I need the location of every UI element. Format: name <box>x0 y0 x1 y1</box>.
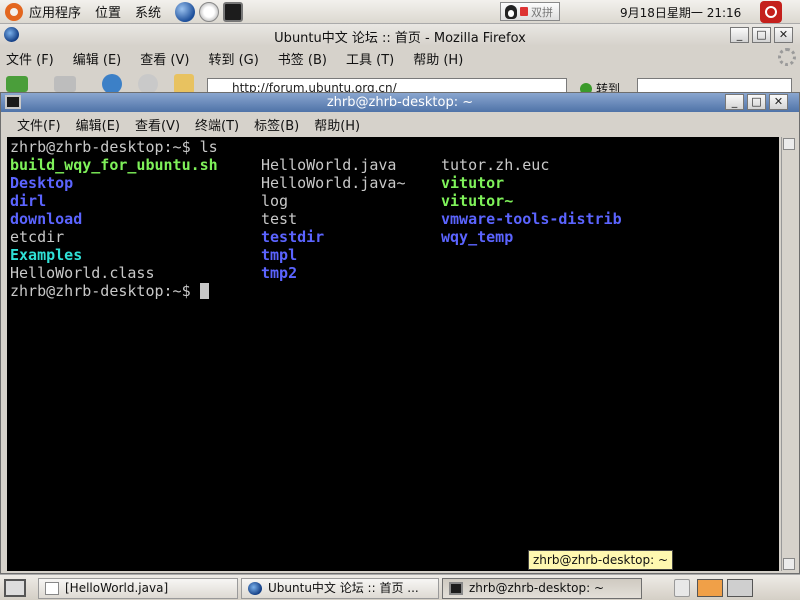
taskbar-item-terminal[interactable]: zhrb@zhrb-desktop: ~ <box>442 578 642 599</box>
menu-edit[interactable]: 编辑(E) <box>76 115 120 134</box>
top-panel: 应用程序 位置 系统 双拼 9月18日星期一 21:16 <box>0 0 800 24</box>
terminal-titlebar[interactable]: zhrb@zhrb-desktop: ~ _ □ ✕ <box>1 93 799 112</box>
system-menu[interactable]: 系统 <box>135 2 161 21</box>
ls-entry: download <box>10 210 83 228</box>
places-menu[interactable]: 位置 <box>95 2 121 21</box>
ls-row: download test vmware-tools-distrib <box>10 210 779 228</box>
close-button[interactable]: ✕ <box>774 27 793 43</box>
ls-row: Examples tmpl <box>10 246 779 264</box>
ls-entry: tmp2 <box>261 264 298 282</box>
ls-entry: wqy_temp <box>441 228 514 246</box>
task-label: [HelloWorld.java] <box>65 581 169 595</box>
close-button[interactable]: ✕ <box>769 94 788 110</box>
menu-edit[interactable]: 编辑 (E) <box>73 49 122 68</box>
menu-terminal[interactable]: 终端(T) <box>195 115 239 134</box>
terminal-window-title: zhrb@zhrb-desktop: ~ <box>326 95 474 110</box>
ubuntu-logo-icon[interactable] <box>5 2 23 21</box>
taskbar-tooltip: zhrb@zhrb-desktop: ~ <box>528 550 674 570</box>
reload-icon[interactable] <box>102 74 122 94</box>
ls-entry: HelloWorld.class <box>10 264 155 282</box>
command-line: zhrb@zhrb-desktop:~$ ls <box>10 138 779 156</box>
back-arrow-icon[interactable] <box>6 76 28 92</box>
prompt: zhrb@zhrb-desktop:~$ <box>10 138 191 156</box>
firefox-menubar: 文件 (F) 编辑 (E) 查看 (V) 转到 (G) 书签 (B) 工具 (T… <box>0 46 800 70</box>
applications-menu[interactable]: 应用程序 <box>29 2 81 21</box>
ls-entry: build_wqy_for_ubuntu.sh <box>10 156 218 174</box>
prompt-line: zhrb@zhrb-desktop:~$ <box>10 282 779 300</box>
ls-entry: vitutor~ <box>441 192 514 210</box>
ls-entry: test <box>261 210 298 228</box>
menu-help[interactable]: 帮助 (H) <box>413 49 463 68</box>
penguin-icon <box>505 4 517 19</box>
bottom-panel: [HelloWorld.java] Ubuntu中文 论坛 :: 首页 ... … <box>0 574 800 600</box>
menu-file[interactable]: 文件 (F) <box>6 49 54 68</box>
terminal-launcher-icon[interactable] <box>223 1 244 22</box>
command: ls <box>199 138 218 156</box>
terminal-menubar: 文件(F) 编辑(E) 查看(V) 终端(T) 标签(B) 帮助(H) <box>1 113 799 135</box>
ls-entry: tutor.zh.euc <box>441 156 550 174</box>
menu-tabs[interactable]: 标签(B) <box>254 115 299 134</box>
ls-entry: etcdir <box>10 228 65 246</box>
ls-entry: testdir <box>261 228 325 246</box>
ls-entry: Desktop <box>10 174 74 192</box>
ls-row: build_wqy_for_ubuntu.sh HelloWorld.java … <box>10 156 779 174</box>
ls-entry: tmpl <box>261 246 298 264</box>
terminal-window: zhrb@zhrb-desktop: ~ _ □ ✕ 文件(F) 编辑(E) 查… <box>0 92 800 574</box>
menu-go[interactable]: 转到 (G) <box>208 49 258 68</box>
ls-entry: vmware-tools-distrib <box>441 210 622 228</box>
firefox-window-title: Ubuntu中文 论坛 :: 首页 - Mozilla Firefox <box>274 31 526 46</box>
firefox-titlebar: Ubuntu中文 论坛 :: 首页 - Mozilla Firefox _ □ … <box>0 24 800 46</box>
document-icon <box>45 582 59 595</box>
taskbar-item-helloworld[interactable]: [HelloWorld.java] <box>38 578 238 599</box>
ime-label: 双拼 <box>531 5 553 19</box>
terminal-screen[interactable]: zhrb@zhrb-desktop:~$ ls build_wqy_for_ub… <box>7 137 779 571</box>
taskbar-item-firefox[interactable]: Ubuntu中文 论坛 :: 首页 ... <box>241 578 439 599</box>
scroll-down-arrow-icon[interactable] <box>783 558 795 570</box>
menu-bookmarks[interactable]: 书签 (B) <box>278 49 327 68</box>
throbber-icon <box>778 48 796 66</box>
maximize-button[interactable]: □ <box>747 94 766 110</box>
workspace-switcher-2[interactable] <box>727 579 753 597</box>
task-label: Ubuntu中文 论坛 :: 首页 ... <box>268 581 419 595</box>
trash-icon[interactable] <box>674 579 690 597</box>
ls-row: dirl log vitutor~ <box>10 192 779 210</box>
ls-entry: dirl <box>10 192 47 210</box>
clock[interactable]: 9月18日星期一 21:16 <box>620 4 741 21</box>
ls-entry: vitutor <box>441 174 505 192</box>
ls-entry: Examples <box>10 246 83 264</box>
ls-row: HelloWorld.class tmp2 <box>10 264 779 282</box>
minimize-button[interactable]: _ <box>730 27 749 43</box>
email-launcher-icon[interactable] <box>199 1 220 22</box>
minimize-button[interactable]: _ <box>725 94 744 110</box>
text-cursor <box>199 283 209 299</box>
menu-tools[interactable]: 工具 (T) <box>346 49 394 68</box>
menu-help[interactable]: 帮助(H) <box>314 115 360 134</box>
menu-view[interactable]: 查看 (V) <box>140 49 189 68</box>
show-desktop-icon[interactable] <box>4 579 26 597</box>
ls-entry: HelloWorld.java~ <box>261 174 406 192</box>
menu-view[interactable]: 查看(V) <box>135 115 180 134</box>
power-icon[interactable] <box>760 1 782 23</box>
forward-arrow-icon[interactable] <box>54 76 76 92</box>
lock-icon <box>520 7 528 16</box>
ls-entry: log <box>261 192 289 210</box>
menu-file[interactable]: 文件(F) <box>17 115 61 134</box>
scroll-up-arrow-icon[interactable] <box>783 138 795 150</box>
terminal-scrollbar[interactable] <box>781 137 795 571</box>
home-icon[interactable] <box>174 74 194 94</box>
workspace-switcher-1[interactable] <box>697 579 723 597</box>
terminal-icon <box>449 582 463 595</box>
firefox-icon <box>248 582 262 595</box>
maximize-button[interactable]: □ <box>752 27 771 43</box>
input-method-indicator[interactable]: 双拼 <box>500 2 560 21</box>
stop-icon[interactable] <box>138 74 158 94</box>
ls-entry: HelloWorld.java <box>261 156 397 174</box>
ls-row: etcdir testdir wqy_temp <box>10 228 779 246</box>
web-browser-launcher-icon[interactable] <box>175 1 196 22</box>
ls-row: Desktop HelloWorld.java~ vitutor <box>10 174 779 192</box>
prompt: zhrb@zhrb-desktop:~$ <box>10 282 191 300</box>
task-label: zhrb@zhrb-desktop: ~ <box>469 581 605 595</box>
